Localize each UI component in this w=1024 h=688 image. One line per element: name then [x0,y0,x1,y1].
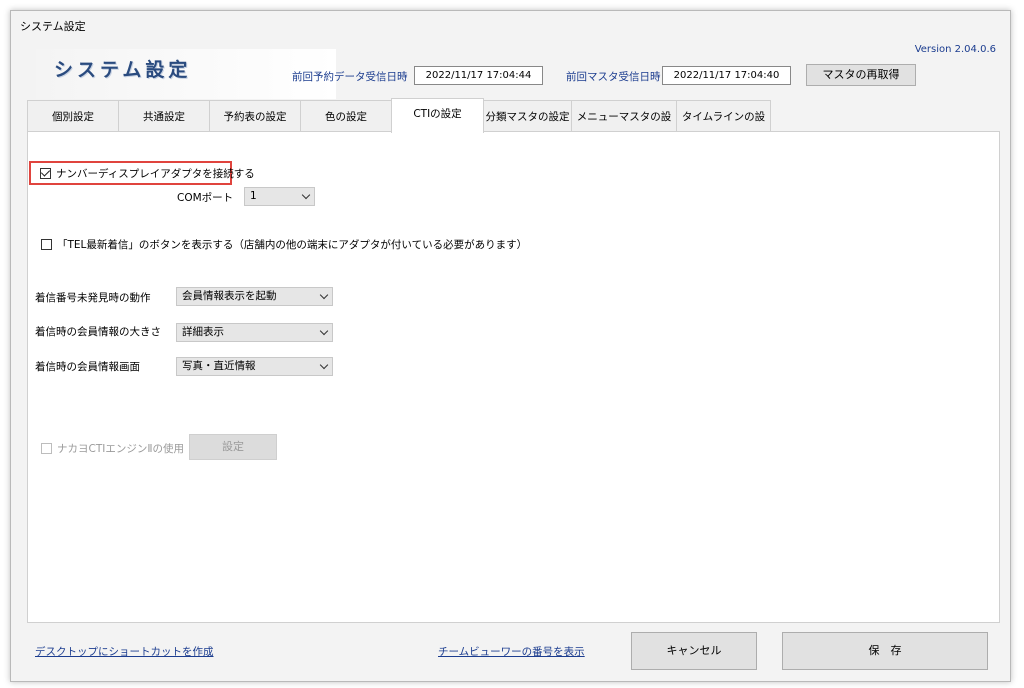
last-reservation-value: 2022/11/17 17:04:44 [414,66,543,85]
member-info-screen-select[interactable]: 写真・直近情報 [176,357,333,376]
system-settings-window: システム設定 システム設定 Version 2.04.0.6 前回予約データ受信… [10,10,1011,682]
tab-menu-master[interactable]: メニューマスタの設定 [571,100,677,155]
save-button[interactable]: 保 存 [782,632,988,670]
chevron-down-icon [319,290,329,300]
tel-latest-checkbox[interactable] [41,239,52,250]
tab-cti[interactable]: CTIの設定 [391,98,484,133]
version-label: Version 2.04.0.6 [914,44,996,55]
member-info-size-value: 詳細表示 [182,326,224,338]
last-master-value: 2022/11/17 17:04:40 [662,66,791,85]
chevron-down-icon [319,360,329,370]
tab-color[interactable]: 色の設定 [300,100,392,132]
connect-adapter-checkbox[interactable] [40,168,51,179]
tab-reservation[interactable]: 予約表の設定 [209,100,301,132]
com-port-label: COMポート [177,192,234,204]
chevron-down-icon [319,326,329,336]
com-port-select[interactable]: 1 [244,187,315,206]
tab-common[interactable]: 共通設定 [118,100,210,132]
team-viewer-link[interactable]: チームビューワーの番号を表示 [438,644,585,659]
window-title: システム設定 [20,20,86,33]
connect-adapter-label: ナンバーディスプレイアダプタを接続する [56,168,255,180]
nakayo-settings-button[interactable]: 設定 [189,434,277,460]
cancel-button[interactable]: キャンセル [631,632,757,670]
tab-individual[interactable]: 個別設定 [27,100,119,132]
desktop-shortcut-link[interactable]: デスクトップにショートカットを作成 [35,644,214,659]
unfound-action-value: 会員情報表示を起動 [182,290,277,302]
last-reservation-label: 前回予約データ受信日時 [292,71,408,83]
tel-latest-label: 「TEL最新着信」のボタンを表示する（店舗内の他の端末にアダプタが付いている必要… [57,239,528,251]
member-info-size-select[interactable]: 詳細表示 [176,323,333,342]
member-info-size-label: 着信時の会員情報の大きさ [35,326,161,338]
member-info-screen-value: 写真・直近情報 [182,360,256,372]
tab-timeline[interactable]: タイムラインの設定 [676,100,771,155]
chevron-down-icon [301,190,311,200]
refetch-master-button[interactable]: マスタの再取得 [806,64,916,86]
nakayo-checkbox[interactable] [41,443,52,454]
cti-settings-panel [27,131,1000,623]
last-master-label: 前回マスタ受信日時 [566,71,661,83]
tab-category-master[interactable]: 分類マスタの設定 [483,100,572,132]
com-port-value: 1 [250,190,257,202]
member-info-screen-label: 着信時の会員情報画面 [35,361,140,373]
unfound-action-select[interactable]: 会員情報表示を起動 [176,287,333,306]
unfound-action-label: 着信番号未発見時の動作 [35,292,151,304]
nakayo-label: ナカヨCTIエンジンⅡの使用 [57,443,185,455]
app-title: システム設定 [54,59,192,81]
